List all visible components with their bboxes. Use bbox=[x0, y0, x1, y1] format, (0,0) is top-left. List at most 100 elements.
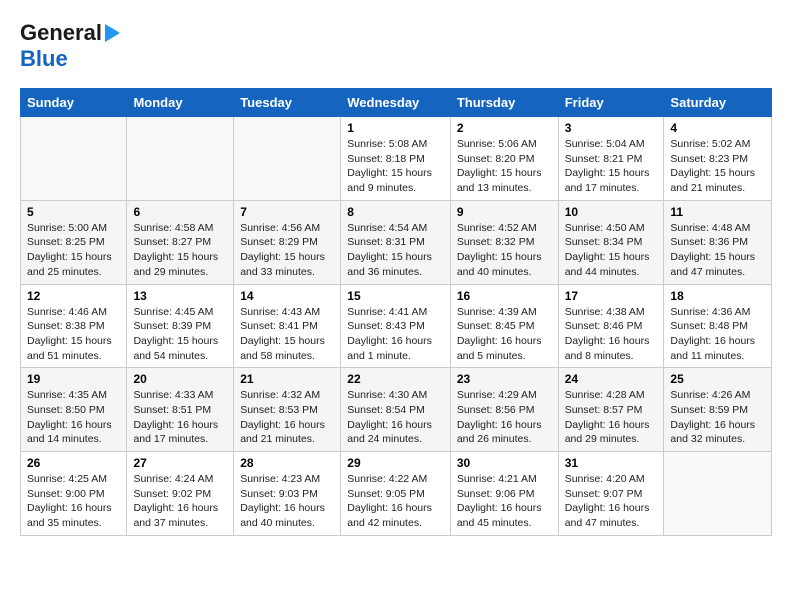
day-number: 9 bbox=[457, 205, 552, 219]
calendar-cell: 8 Sunrise: 4:54 AMSunset: 8:31 PMDaylight… bbox=[341, 200, 451, 284]
day-number: 27 bbox=[133, 456, 227, 470]
col-header-saturday: Saturday bbox=[664, 89, 772, 117]
calendar-cell: 30 Sunrise: 4:21 AMSunset: 9:06 PMDayligh… bbox=[450, 452, 558, 536]
logo-text-blue: Blue bbox=[20, 46, 68, 71]
calendar-header-row: SundayMondayTuesdayWednesdayThursdayFrid… bbox=[21, 89, 772, 117]
col-header-friday: Friday bbox=[558, 89, 664, 117]
day-info: Sunrise: 4:33 AMSunset: 8:51 PMDaylight:… bbox=[133, 388, 227, 447]
day-number: 8 bbox=[347, 205, 444, 219]
day-info: Sunrise: 4:32 AMSunset: 8:53 PMDaylight:… bbox=[240, 388, 334, 447]
day-info: Sunrise: 4:41 AMSunset: 8:43 PMDaylight:… bbox=[347, 305, 444, 364]
day-number: 16 bbox=[457, 289, 552, 303]
day-number: 11 bbox=[670, 205, 765, 219]
logo: General Blue bbox=[20, 20, 120, 72]
calendar-cell: 20 Sunrise: 4:33 AMSunset: 8:51 PMDayligh… bbox=[127, 368, 234, 452]
day-number: 25 bbox=[670, 372, 765, 386]
day-info: Sunrise: 4:39 AMSunset: 8:45 PMDaylight:… bbox=[457, 305, 552, 364]
calendar-cell: 17 Sunrise: 4:38 AMSunset: 8:46 PMDayligh… bbox=[558, 284, 664, 368]
col-header-sunday: Sunday bbox=[21, 89, 127, 117]
day-number: 12 bbox=[27, 289, 120, 303]
calendar-cell bbox=[127, 117, 234, 201]
day-number: 23 bbox=[457, 372, 552, 386]
col-header-thursday: Thursday bbox=[450, 89, 558, 117]
day-number: 10 bbox=[565, 205, 658, 219]
calendar-cell: 9 Sunrise: 4:52 AMSunset: 8:32 PMDaylight… bbox=[450, 200, 558, 284]
calendar-cell: 5 Sunrise: 5:00 AMSunset: 8:25 PMDaylight… bbox=[21, 200, 127, 284]
day-info: Sunrise: 5:08 AMSunset: 8:18 PMDaylight:… bbox=[347, 137, 444, 196]
calendar-cell: 4 Sunrise: 5:02 AMSunset: 8:23 PMDaylight… bbox=[664, 117, 772, 201]
calendar-week-5: 26 Sunrise: 4:25 AMSunset: 9:00 PMDayligh… bbox=[21, 452, 772, 536]
calendar-week-1: 1 Sunrise: 5:08 AMSunset: 8:18 PMDaylight… bbox=[21, 117, 772, 201]
day-info: Sunrise: 4:29 AMSunset: 8:56 PMDaylight:… bbox=[457, 388, 552, 447]
col-header-monday: Monday bbox=[127, 89, 234, 117]
day-number: 14 bbox=[240, 289, 334, 303]
calendar-week-2: 5 Sunrise: 5:00 AMSunset: 8:25 PMDaylight… bbox=[21, 200, 772, 284]
day-info: Sunrise: 5:04 AMSunset: 8:21 PMDaylight:… bbox=[565, 137, 658, 196]
day-number: 3 bbox=[565, 121, 658, 135]
day-info: Sunrise: 4:48 AMSunset: 8:36 PMDaylight:… bbox=[670, 221, 765, 280]
day-number: 21 bbox=[240, 372, 334, 386]
day-number: 1 bbox=[347, 121, 444, 135]
day-info: Sunrise: 4:35 AMSunset: 8:50 PMDaylight:… bbox=[27, 388, 120, 447]
day-info: Sunrise: 4:30 AMSunset: 8:54 PMDaylight:… bbox=[347, 388, 444, 447]
calendar-cell: 1 Sunrise: 5:08 AMSunset: 8:18 PMDaylight… bbox=[341, 117, 451, 201]
calendar-cell: 14 Sunrise: 4:43 AMSunset: 8:41 PMDayligh… bbox=[234, 284, 341, 368]
day-info: Sunrise: 4:38 AMSunset: 8:46 PMDaylight:… bbox=[565, 305, 658, 364]
calendar-cell: 24 Sunrise: 4:28 AMSunset: 8:57 PMDayligh… bbox=[558, 368, 664, 452]
calendar-cell: 13 Sunrise: 4:45 AMSunset: 8:39 PMDayligh… bbox=[127, 284, 234, 368]
calendar-cell bbox=[21, 117, 127, 201]
day-info: Sunrise: 4:43 AMSunset: 8:41 PMDaylight:… bbox=[240, 305, 334, 364]
calendar-cell: 15Sunrise: 4:41 AMSunset: 8:43 PMDayligh… bbox=[341, 284, 451, 368]
day-info: Sunrise: 4:56 AMSunset: 8:29 PMDaylight:… bbox=[240, 221, 334, 280]
day-number: 5 bbox=[27, 205, 120, 219]
day-info: Sunrise: 4:52 AMSunset: 8:32 PMDaylight:… bbox=[457, 221, 552, 280]
day-number: 18 bbox=[670, 289, 765, 303]
calendar-cell: 6 Sunrise: 4:58 AMSunset: 8:27 PMDaylight… bbox=[127, 200, 234, 284]
day-number: 13 bbox=[133, 289, 227, 303]
calendar-cell: 21 Sunrise: 4:32 AMSunset: 8:53 PMDayligh… bbox=[234, 368, 341, 452]
calendar-cell: 22 Sunrise: 4:30 AMSunset: 8:54 PMDayligh… bbox=[341, 368, 451, 452]
day-info: Sunrise: 5:06 AMSunset: 8:20 PMDaylight:… bbox=[457, 137, 552, 196]
day-info: Sunrise: 4:24 AMSunset: 9:02 PMDaylight:… bbox=[133, 472, 227, 531]
day-info: Sunrise: 4:50 AMSunset: 8:34 PMDaylight:… bbox=[565, 221, 658, 280]
calendar-cell: 23 Sunrise: 4:29 AMSunset: 8:56 PMDayligh… bbox=[450, 368, 558, 452]
day-number: 4 bbox=[670, 121, 765, 135]
calendar-cell: 28Sunrise: 4:23 AMSunset: 9:03 PMDayligh… bbox=[234, 452, 341, 536]
calendar-cell: 26 Sunrise: 4:25 AMSunset: 9:00 PMDayligh… bbox=[21, 452, 127, 536]
calendar-cell: 10 Sunrise: 4:50 AMSunset: 8:34 PMDayligh… bbox=[558, 200, 664, 284]
day-number: 22 bbox=[347, 372, 444, 386]
day-info: Sunrise: 4:28 AMSunset: 8:57 PMDaylight:… bbox=[565, 388, 658, 447]
calendar-cell: 2 Sunrise: 5:06 AMSunset: 8:20 PMDaylight… bbox=[450, 117, 558, 201]
calendar-cell: 12 Sunrise: 4:46 AMSunset: 8:38 PMDayligh… bbox=[21, 284, 127, 368]
calendar-cell: 3 Sunrise: 5:04 AMSunset: 8:21 PMDaylight… bbox=[558, 117, 664, 201]
day-number: 17 bbox=[565, 289, 658, 303]
day-number: 2 bbox=[457, 121, 552, 135]
day-info: Sunrise: 4:21 AMSunset: 9:06 PMDaylight:… bbox=[457, 472, 552, 531]
calendar-cell bbox=[664, 452, 772, 536]
calendar-cell: 7Sunrise: 4:56 AMSunset: 8:29 PMDaylight… bbox=[234, 200, 341, 284]
day-info: Sunrise: 4:26 AMSunset: 8:59 PMDaylight:… bbox=[670, 388, 765, 447]
day-info: Sunrise: 4:23 AMSunset: 9:03 PMDaylight:… bbox=[240, 472, 334, 531]
day-number: 26 bbox=[27, 456, 120, 470]
calendar-cell: 19Sunrise: 4:35 AMSunset: 8:50 PMDayligh… bbox=[21, 368, 127, 452]
calendar-cell: 29Sunrise: 4:22 AMSunset: 9:05 PMDayligh… bbox=[341, 452, 451, 536]
calendar-cell: 27 Sunrise: 4:24 AMSunset: 9:02 PMDayligh… bbox=[127, 452, 234, 536]
calendar-table: SundayMondayTuesdayWednesdayThursdayFrid… bbox=[20, 88, 772, 536]
day-number: 24 bbox=[565, 372, 658, 386]
day-info: Sunrise: 5:00 AMSunset: 8:25 PMDaylight:… bbox=[27, 221, 120, 280]
day-info: Sunrise: 4:46 AMSunset: 8:38 PMDaylight:… bbox=[27, 305, 120, 364]
day-info: Sunrise: 4:25 AMSunset: 9:00 PMDaylight:… bbox=[27, 472, 120, 531]
day-info: Sunrise: 5:02 AMSunset: 8:23 PMDaylight:… bbox=[670, 137, 765, 196]
day-number: 31 bbox=[565, 456, 658, 470]
calendar-cell: 11 Sunrise: 4:48 AMSunset: 8:36 PMDayligh… bbox=[664, 200, 772, 284]
day-number: 6 bbox=[133, 205, 227, 219]
calendar-cell bbox=[234, 117, 341, 201]
calendar-cell: 25 Sunrise: 4:26 AMSunset: 8:59 PMDayligh… bbox=[664, 368, 772, 452]
day-info: Sunrise: 4:58 AMSunset: 8:27 PMDaylight:… bbox=[133, 221, 227, 280]
day-info: Sunrise: 4:45 AMSunset: 8:39 PMDaylight:… bbox=[133, 305, 227, 364]
day-info: Sunrise: 4:54 AMSunset: 8:31 PMDaylight:… bbox=[347, 221, 444, 280]
day-number: 20 bbox=[133, 372, 227, 386]
day-number: 30 bbox=[457, 456, 552, 470]
col-header-wednesday: Wednesday bbox=[341, 89, 451, 117]
day-number: 29 bbox=[347, 456, 444, 470]
